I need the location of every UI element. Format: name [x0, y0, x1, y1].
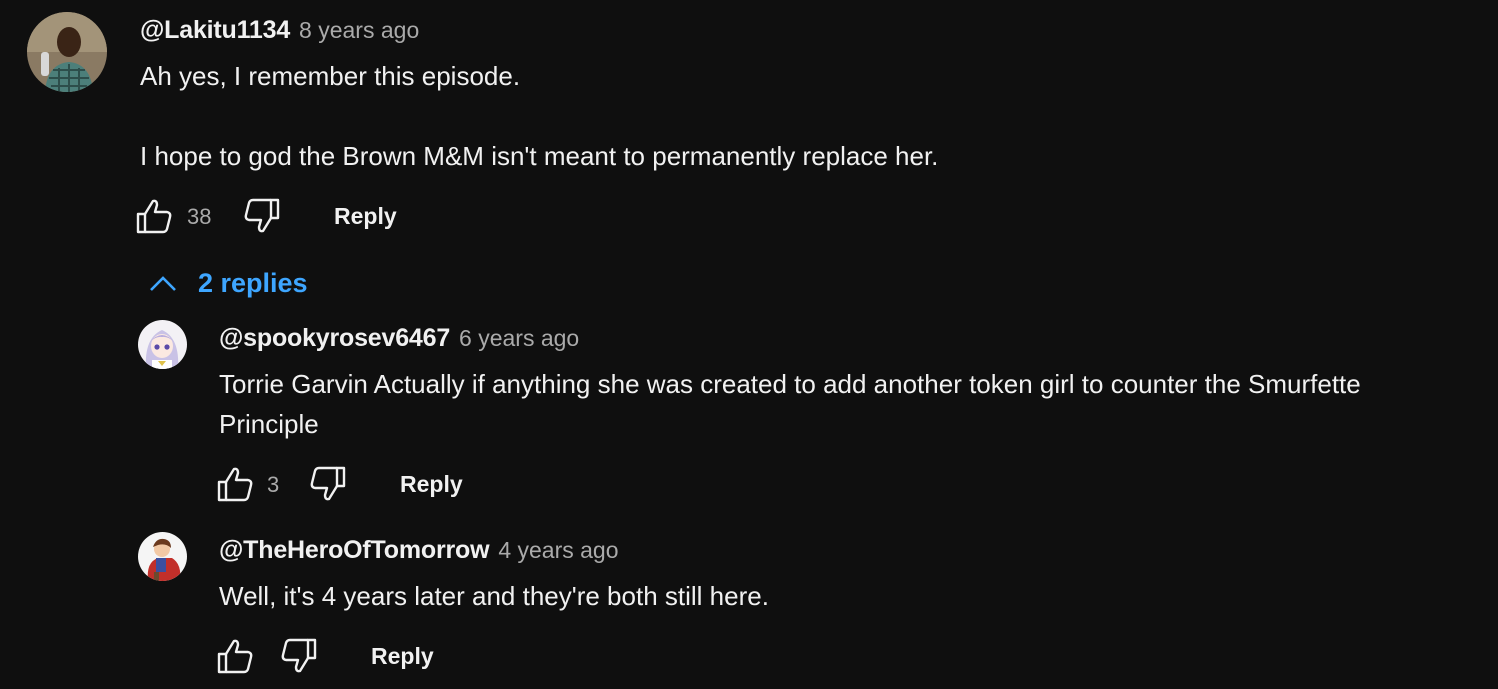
reply-header: @TheHeroOfTomorrow 4 years ago	[219, 536, 619, 565]
reply-text: Well, it's 4 years later and they're bot…	[219, 581, 769, 611]
reply-button[interactable]: Reply	[334, 203, 397, 230]
thumbs-up-icon	[136, 199, 172, 234]
like-button[interactable]	[134, 196, 174, 236]
anime-girl-avatar-icon	[138, 320, 187, 369]
like-button[interactable]	[215, 636, 255, 676]
comment-text: Ah yes, I remember this episode. I hope …	[140, 61, 939, 171]
thumbs-up-icon	[217, 467, 253, 502]
like-count: 38	[187, 204, 212, 229]
thumbs-up-icon	[217, 639, 253, 674]
reply-avatar[interactable]	[138, 532, 187, 581]
thumbs-down-icon	[281, 638, 317, 673]
reply-button[interactable]: Reply	[371, 643, 434, 670]
reply-author[interactable]: @TheHeroOfTomorrow	[219, 536, 490, 565]
reply-header: @spookyrosev6467 6 years ago	[219, 324, 579, 353]
comment-header: @Lakitu1134 8 years ago	[140, 16, 419, 45]
caped-hero-avatar-icon	[138, 532, 187, 581]
thumbs-down-icon	[310, 466, 346, 501]
like-count: 3	[267, 472, 280, 497]
reply-timestamp[interactable]: 6 years ago	[459, 325, 579, 352]
like-button[interactable]	[215, 464, 255, 504]
reply-button[interactable]: Reply	[400, 471, 463, 498]
person-avatar-icon	[27, 12, 107, 92]
comment-author[interactable]: @Lakitu1134	[140, 16, 290, 45]
chevron-up-icon	[150, 275, 176, 291]
thumbs-down-icon	[244, 198, 280, 233]
reply-avatar[interactable]	[138, 320, 187, 369]
comment-avatar[interactable]	[27, 12, 107, 92]
reply-text: Torrie Garvin Actually if anything she w…	[219, 369, 1361, 439]
dislike-button[interactable]	[279, 636, 319, 676]
dislike-button[interactable]	[242, 196, 282, 236]
reply-author[interactable]: @spookyrosev6467	[219, 324, 450, 353]
comment-timestamp[interactable]: 8 years ago	[299, 17, 419, 44]
replies-toggle[interactable]: 2 replies	[148, 268, 308, 299]
replies-count-label: 2 replies	[198, 268, 308, 298]
dislike-button[interactable]	[308, 464, 348, 504]
reply-timestamp[interactable]: 4 years ago	[498, 537, 618, 564]
